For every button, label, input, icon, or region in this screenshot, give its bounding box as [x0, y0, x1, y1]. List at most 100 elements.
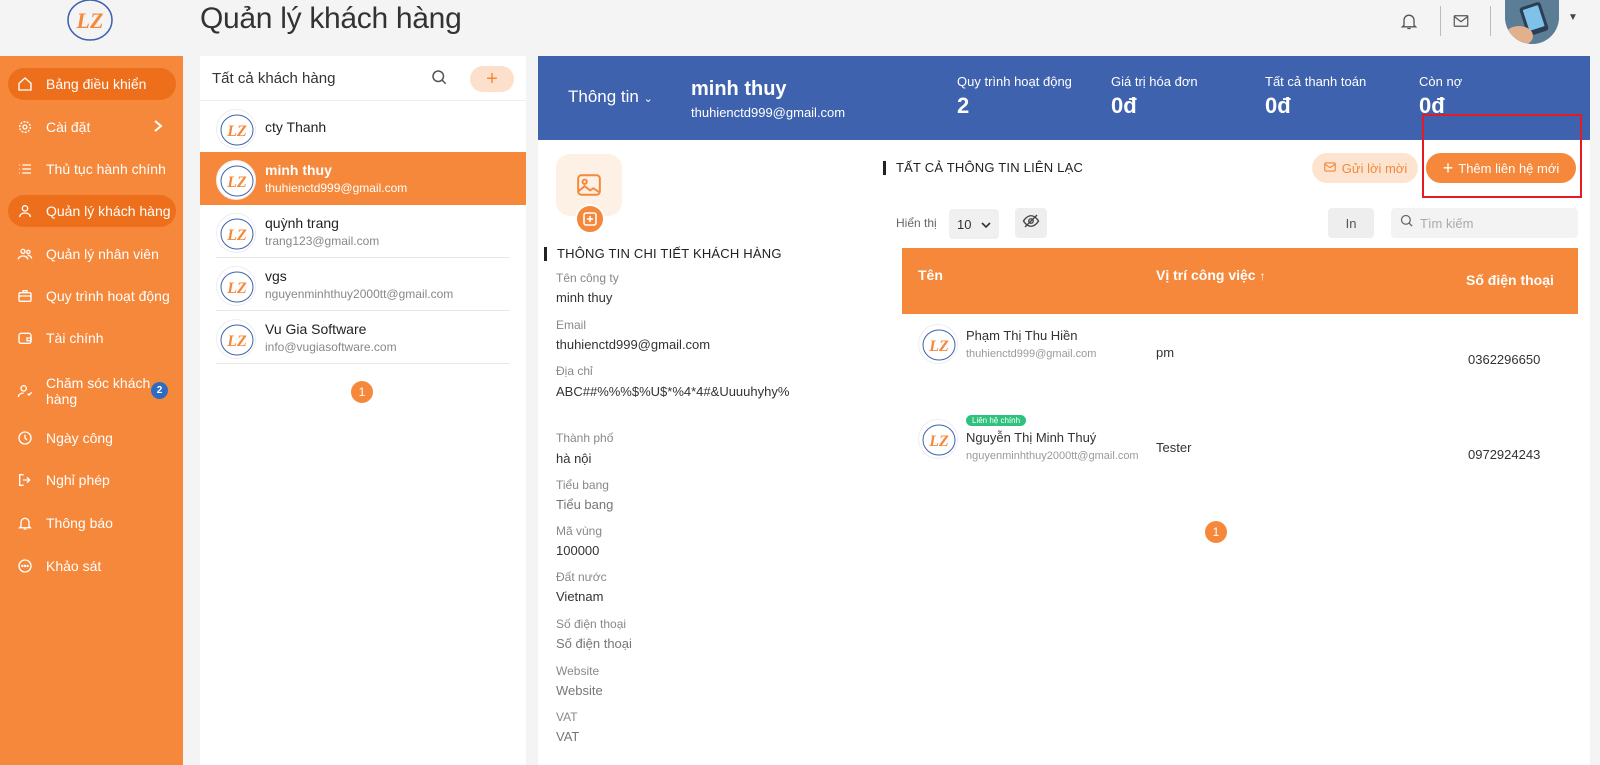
pagination-page-button[interactable]: 1 [351, 381, 373, 403]
sidebar-item-leave[interactable]: Nghỉ phép [8, 464, 176, 496]
sidebar-item-finance[interactable]: Tài chính [8, 322, 176, 354]
customer-list-item[interactable]: LZ cty Thanh [200, 101, 526, 154]
customer-list-item[interactable]: LZ vgs nguyenminhthuy2000tt@gmail.com [200, 258, 526, 311]
field-value: ABC##%%%$%U$*%4*4#&Uuuuhyhy% [556, 384, 790, 399]
column-header-position[interactable]: Vị trí công việc ↑ [1156, 267, 1265, 283]
customer-logo: LZ [216, 266, 256, 306]
field-value: hà nội [556, 451, 592, 466]
svg-text:LZ: LZ [226, 280, 247, 297]
sidebar-item-label: Quản lý nhân viên [46, 246, 159, 262]
sidebar-item-label: Nghỉ phép [46, 472, 110, 488]
field-value: Website [556, 683, 603, 698]
customer-logo: LZ [216, 109, 256, 149]
search-icon [1399, 213, 1414, 233]
contact-position: pm [1156, 345, 1175, 360]
field-value: 100000 [556, 543, 600, 558]
toggle-columns-button[interactable] [1015, 208, 1047, 238]
print-button[interactable]: In [1328, 208, 1374, 238]
notification-bell-icon[interactable] [1394, 6, 1424, 36]
svg-text:LZ: LZ [76, 8, 104, 33]
page-title: Quản lý khách hàng [200, 2, 462, 35]
field-value: Tiểu bang [556, 497, 614, 512]
field-value: Số điện thoại [556, 636, 632, 651]
chevron-right-icon [152, 119, 164, 136]
info-tab-dropdown[interactable]: Thông tin ⌄ [568, 87, 653, 107]
customer-list-panel: Tất cả khách hàng + LZ cty Thanh LZ minh… [200, 56, 526, 765]
notification-count-badge: 2 [151, 382, 168, 399]
page-size-select[interactable]: 10 [949, 209, 999, 239]
svg-text:LZ: LZ [928, 433, 949, 450]
sidebar-item-customers[interactable]: Quản lý khách hàng [8, 195, 176, 227]
company-logo[interactable]: LZ [64, 0, 116, 44]
sidebar-item-customer-care[interactable]: Chăm sóc khách hàng 2 [8, 372, 176, 410]
sidebar-item-label: Quản lý khách hàng [46, 203, 171, 219]
search-input[interactable] [1420, 215, 1570, 231]
customer-name: minh thuy [265, 162, 332, 178]
sort-ascending-icon: ↑ [1259, 269, 1266, 283]
gear-icon [16, 118, 34, 136]
send-invite-button[interactable]: Gửi lời mời [1312, 153, 1418, 183]
sidebar-item-employees[interactable]: Quản lý nhân viên [8, 238, 176, 270]
customer-email: info@vugiasoftware.com [265, 340, 397, 354]
sidebar-item-settings[interactable]: Cài đặt [8, 111, 176, 143]
field-label: Website [556, 664, 600, 678]
user-menu-caret-icon[interactable]: ▼ [1568, 12, 1578, 23]
sidebar-item-label: Chăm sóc khách hàng [46, 375, 151, 407]
chat-icon [16, 557, 34, 575]
customer-list-item[interactable]: LZ minh thuy thuhienctd999@gmail.com [200, 152, 526, 205]
field-label: Tên công ty [556, 271, 619, 285]
chevron-down-icon [981, 217, 991, 232]
envelope-icon [1323, 160, 1337, 177]
search-icon[interactable] [430, 68, 448, 91]
table-row[interactable]: LZ Liên hệ chính Nguyễn Thị Minh Thuý ng… [902, 409, 1578, 504]
briefcase-icon [16, 287, 34, 305]
sidebar: Bảng điều khiển Cài đặt Thủ tục hành chí… [0, 56, 183, 765]
svg-text:LZ: LZ [226, 227, 247, 244]
customer-list-item[interactable]: LZ Vu Gia Software info@vugiasoftware.co… [200, 311, 526, 364]
upload-image-button[interactable] [575, 204, 605, 234]
table-row[interactable]: LZ Phạm Thị Thu Hiền thuhienctd999@gmail… [902, 314, 1578, 409]
field-label: Mã vùng [556, 524, 603, 538]
customer-details-title: THÔNG TIN CHI TIẾT KHÁCH HÀNG [544, 247, 782, 261]
bell-icon [16, 514, 34, 532]
customer-detail-panel: Thông tin ⌄ minh thuy thuhienctd999@gmai… [538, 56, 1590, 765]
customer-list-item[interactable]: LZ quỳnh trang trang123@gmail.com [200, 205, 526, 258]
field-value: Vietnam [556, 589, 604, 604]
field-label: Tiểu bang [556, 478, 609, 492]
page-size-label: Hiển thị [896, 216, 937, 230]
svg-text:LZ: LZ [226, 333, 247, 350]
contacts-table-header: Tên Vị trí công việc ↑ Số điện thoại [902, 248, 1578, 314]
users-icon [16, 245, 34, 263]
contact-avatar: LZ [918, 419, 958, 459]
divider [216, 363, 510, 364]
sidebar-item-survey[interactable]: Khảo sát [8, 550, 176, 582]
clock-icon [16, 429, 34, 447]
customer-logo: LZ [216, 319, 256, 359]
customer-name: cty Thanh [265, 119, 327, 135]
contact-name: Phạm Thị Thu Hiền [966, 328, 1078, 343]
logout-icon [16, 471, 34, 489]
pagination-page-button[interactable]: 1 [1205, 521, 1227, 543]
mail-icon[interactable] [1446, 6, 1476, 36]
user-avatar[interactable] [1505, 0, 1559, 44]
field-label: Địa chỉ [556, 364, 593, 378]
wallet-icon [16, 329, 34, 347]
add-customer-button[interactable]: + [470, 66, 514, 92]
sidebar-item-label: Ngày công [46, 430, 113, 446]
sidebar-item-workflow[interactable]: Quy trình hoạt động [8, 280, 176, 312]
customer-list-title: Tất cả khách hàng [212, 70, 336, 87]
field-label: Số điện thoại [556, 617, 627, 631]
contact-avatar: LZ [918, 324, 958, 364]
customer-email: thuhienctd999@gmail.com [265, 181, 408, 195]
contact-phone: 0362296650 [1468, 352, 1541, 367]
sidebar-item-administrative[interactable]: Thủ tục hành chính [8, 153, 176, 185]
column-header-name[interactable]: Tên [918, 267, 943, 283]
field-label: Đất nước [556, 570, 607, 584]
sidebar-item-timesheet[interactable]: Ngày công [8, 422, 176, 454]
field-value: VAT [556, 729, 580, 744]
list-icon [16, 160, 34, 178]
sidebar-item-dashboard[interactable]: Bảng điều khiển [8, 68, 176, 100]
column-header-phone[interactable]: Số điện thoại [1466, 272, 1554, 288]
contacts-section-title: TẤT CẢ THÔNG TIN LIÊN LẠC [883, 161, 1083, 175]
sidebar-item-notifications[interactable]: Thông báo [8, 507, 176, 539]
